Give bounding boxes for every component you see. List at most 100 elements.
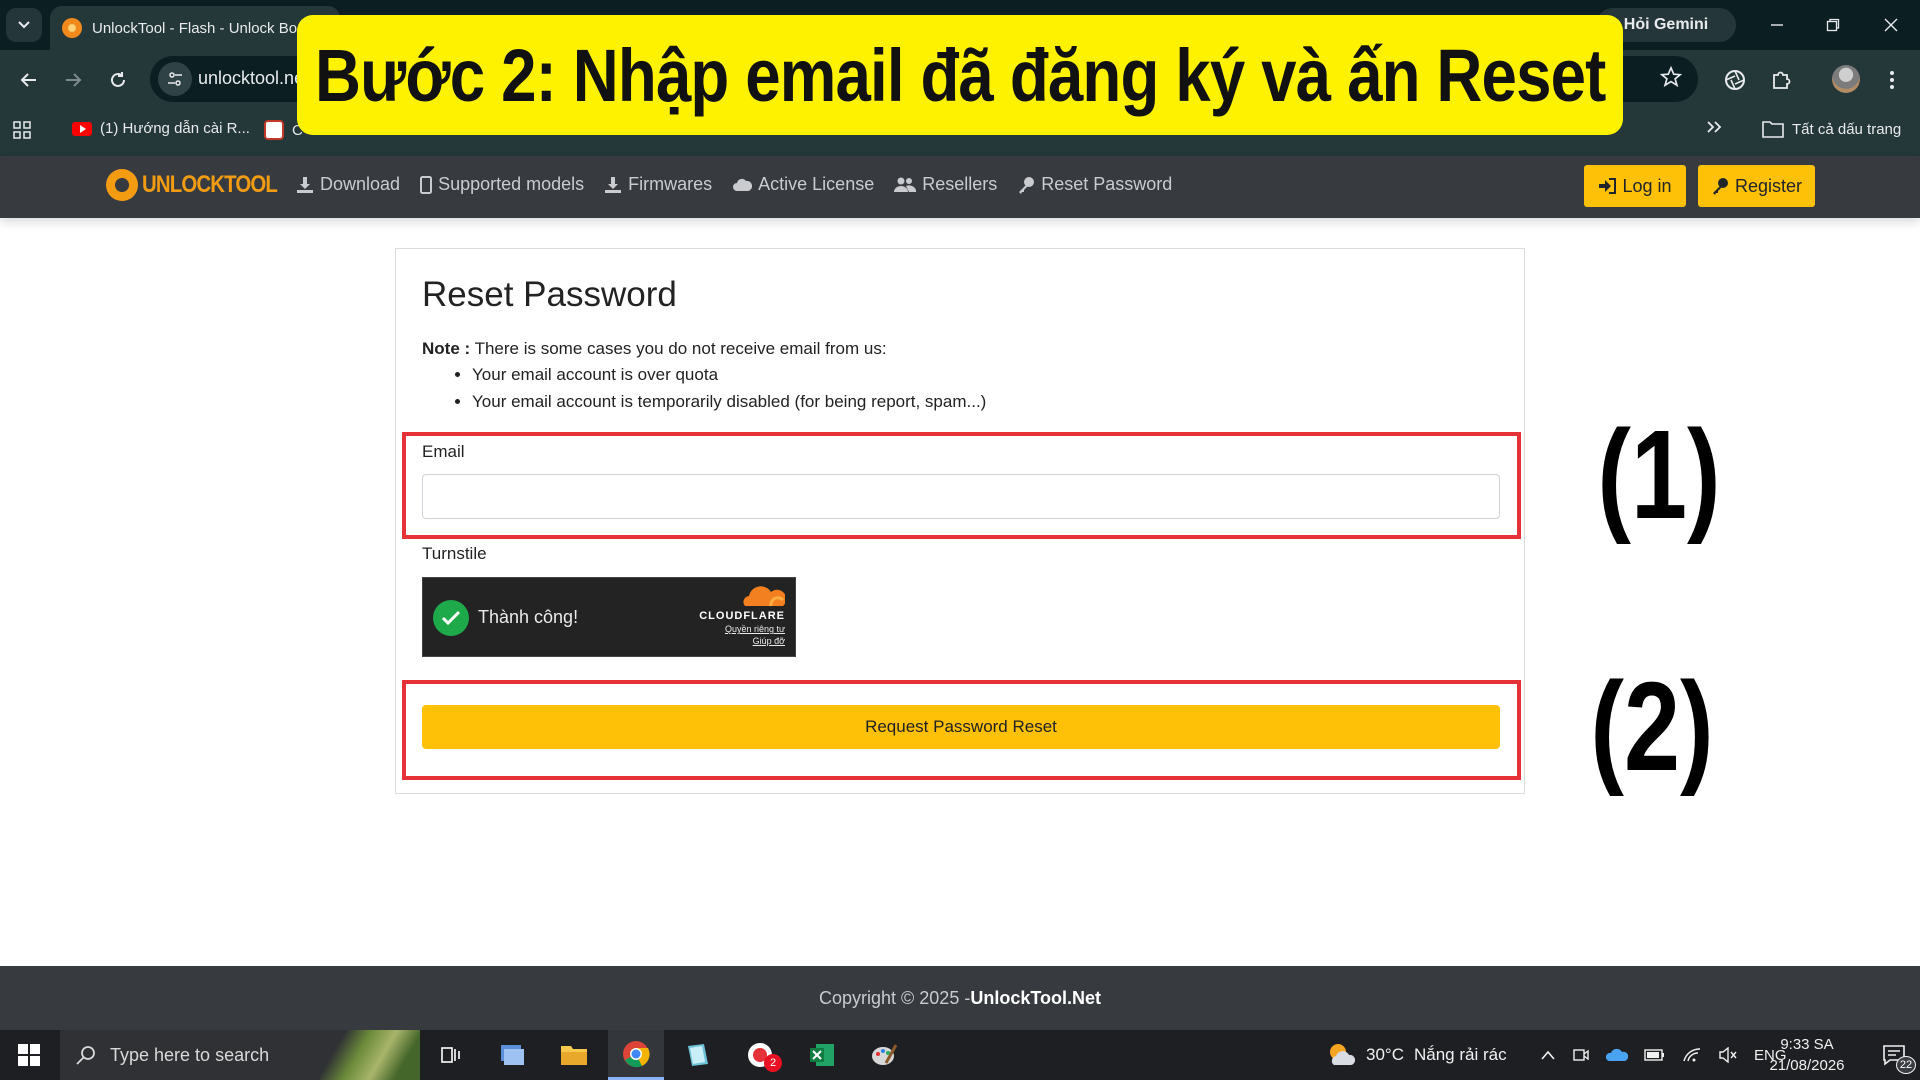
search-icon: [76, 1046, 95, 1065]
sign-in-icon: [1599, 178, 1617, 194]
taskbar-app-paint[interactable]: [856, 1030, 912, 1080]
more-bookmarks-button[interactable]: [1706, 120, 1722, 134]
turnstile-label: Turnstile: [422, 544, 487, 563]
battery-icon[interactable]: [1644, 1048, 1666, 1062]
taskbar-app-chrome[interactable]: [608, 1030, 664, 1080]
url-text[interactable]: unlocktool.ne: [198, 68, 304, 89]
wifi-icon[interactable]: [1682, 1047, 1702, 1063]
reload-icon: [111, 72, 125, 87]
extensions-button[interactable]: [1764, 63, 1798, 97]
chevron-down-icon: [18, 21, 30, 29]
site-logo[interactable]: UNLOCKTOOL: [106, 169, 301, 201]
screen: UnlockTool - Flash - Unlock Boo Hỏi Gemi…: [0, 0, 1920, 1080]
bookmark-item[interactable]: (1) Hướng dẫn cài R...: [72, 120, 250, 137]
notification-center-button[interactable]: 22: [1866, 1030, 1920, 1080]
chevron-up-icon[interactable]: [1540, 1049, 1556, 1061]
tune-icon: [168, 72, 182, 86]
taskbar-clock[interactable]: 9:33 SA 21/08/2026: [1762, 1034, 1852, 1076]
notification-count-badge: 22: [1896, 1056, 1916, 1074]
system-tray: ENG: [1540, 1030, 1787, 1080]
cloudflare-wordmark: CLOUDFLARE: [699, 610, 785, 622]
apps-button[interactable]: [12, 120, 32, 140]
windows-logo-icon: [18, 1044, 40, 1066]
nav-link-label: Resellers: [922, 174, 998, 194]
clock-time: 9:33 SA: [1780, 1036, 1834, 1053]
nav-link-label: Reset Password: [1041, 174, 1173, 194]
arrow-left-icon: [20, 73, 36, 87]
highlight-box-submit: [402, 680, 1521, 780]
cloud-icon: [733, 178, 753, 191]
site-info-button[interactable]: [158, 62, 192, 96]
task-view-button[interactable]: [422, 1030, 478, 1080]
taskbar-app-messenger[interactable]: 2: [732, 1030, 788, 1080]
site-navbar: UNLOCKTOOL Download Supported models Fir…: [0, 156, 1920, 218]
key-icon: [1712, 178, 1728, 195]
task-view-icon: [441, 1047, 460, 1063]
forward-button[interactable]: [56, 63, 90, 97]
start-button[interactable]: [0, 1030, 58, 1080]
extension-shield-icon[interactable]: [1718, 63, 1752, 97]
restore-button[interactable]: [1808, 8, 1858, 42]
browser-menu-button[interactable]: [1875, 63, 1909, 97]
note-list: Your email account is over quota Your em…: [472, 365, 986, 419]
note-body: There is some cases you do not receive e…: [470, 339, 887, 358]
taskbar-app-notepad[interactable]: [670, 1030, 726, 1080]
page-title: Reset Password: [422, 275, 677, 314]
weather-text: Nắng rải rác: [1413, 1045, 1507, 1064]
nav-link-label: Download: [320, 174, 401, 194]
all-bookmarks-button[interactable]: Tất cả dấu trang: [1762, 120, 1901, 138]
login-button[interactable]: Log in: [1584, 165, 1686, 207]
cloudflare-cloud-icon: [743, 586, 785, 607]
instruction-banner: Bước 2: Nhập email đã đăng ký và ấn Rese…: [297, 15, 1623, 135]
search-highlight-image: [320, 1030, 420, 1080]
taskbar-app-control-panel[interactable]: [484, 1030, 540, 1080]
taskbar-app-file-explorer[interactable]: [546, 1030, 602, 1080]
footer-brand-link[interactable]: UnlockTool.Net: [970, 988, 1101, 1009]
arrow-right-icon: [66, 73, 82, 87]
download-icon: [605, 176, 622, 193]
help-link[interactable]: Giúp đỡ: [753, 636, 785, 646]
notification-badge: 2: [764, 1054, 782, 1072]
reload-button[interactable]: [101, 63, 135, 97]
onedrive-icon[interactable]: [1606, 1047, 1628, 1063]
speaker-muted-icon[interactable]: [1718, 1047, 1738, 1063]
download-icon: [297, 176, 313, 193]
weather-temp: 30°C: [1366, 1045, 1404, 1064]
bookmark-label: (1) Hướng dẫn cài R...: [100, 120, 250, 137]
close-icon: [1884, 18, 1898, 32]
taskbar-app-excel[interactable]: [794, 1030, 850, 1080]
more-vertical-icon: [1890, 71, 1894, 89]
nav-reset-password[interactable]: Reset Password: [1017, 174, 1172, 195]
nav-active-license[interactable]: Active License: [732, 174, 874, 195]
taskbar-search[interactable]: Type here to search: [60, 1030, 420, 1080]
login-label: Log in: [1622, 175, 1672, 196]
tab-search-button[interactable]: [6, 8, 42, 42]
site-footer: Copyright © 2025 - UnlockTool.Net: [0, 966, 1920, 1030]
weather-widget[interactable]: 30°C Nắng rải rác: [1326, 1030, 1507, 1080]
close-window-button[interactable]: [1866, 8, 1916, 42]
register-label: Register: [1734, 175, 1803, 196]
unlocktool-logo-icon: [106, 169, 138, 201]
nav-link-label: Supported models: [438, 174, 585, 194]
minimize-icon: [1771, 24, 1783, 26]
nav-link-label: Active License: [758, 174, 875, 194]
minimize-button[interactable]: [1752, 8, 1802, 42]
profile-avatar[interactable]: [1832, 65, 1860, 93]
all-bookmarks-label: Tất cả dấu trang: [1792, 120, 1902, 138]
privacy-link[interactable]: Quyền riêng tư: [725, 624, 785, 634]
restore-icon: [1826, 18, 1840, 32]
youtube-icon: [72, 121, 92, 136]
register-button[interactable]: Register: [1698, 165, 1815, 207]
nav-supported-models[interactable]: Supported models: [420, 174, 584, 195]
nav-firmwares[interactable]: Firmwares: [604, 174, 712, 195]
cloudflare-turnstile-widget[interactable]: Thành công! CLOUDFLARE Quyền riêng tư Gi…: [422, 577, 796, 657]
star-icon[interactable]: [1660, 66, 1682, 88]
paint-icon: [872, 1044, 898, 1065]
mobile-icon: [420, 175, 433, 194]
nav-download[interactable]: Download: [296, 174, 400, 195]
step-number-1: (1): [1597, 404, 1721, 545]
back-button[interactable]: [12, 63, 46, 97]
tab-title: UnlockTool - Flash - Unlock Boo: [92, 19, 306, 37]
nav-resellers[interactable]: Resellers: [894, 174, 997, 195]
meet-now-icon[interactable]: [1572, 1046, 1590, 1064]
